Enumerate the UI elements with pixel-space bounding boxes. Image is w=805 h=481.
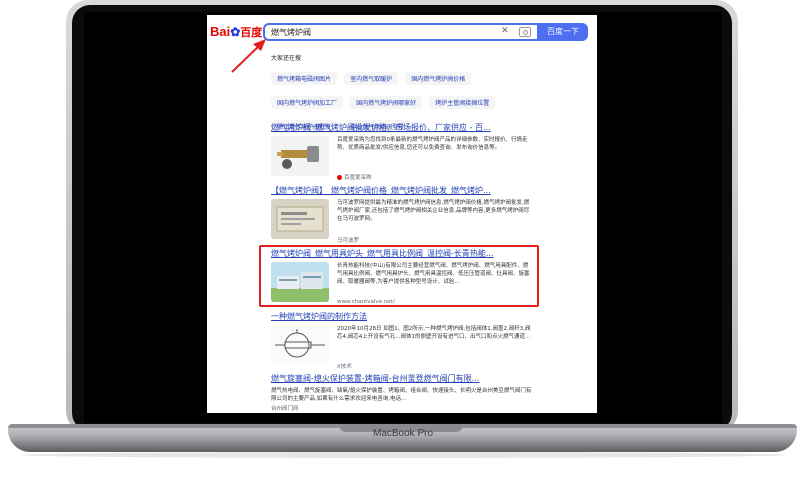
logo-chinese: 百度 (240, 27, 263, 39)
related-tag[interactable]: 燃气烤箱电磁阀图片 (271, 72, 338, 85)
baidu-logo[interactable]: Bai✿百度 (210, 24, 262, 40)
related-tag[interactable]: 国内燃气烤炉阀加工厂 (271, 96, 344, 109)
result-source[interactable]: 马可波罗 (337, 236, 359, 244)
device-label: MacBook Pro (372, 428, 434, 439)
related-tag[interactable]: 国内燃气烤炉阀价格 (405, 72, 472, 85)
related-tag[interactable]: 国内燃气烤炉阀哪家好 (350, 96, 423, 109)
camera-icon[interactable] (519, 27, 531, 37)
result-title[interactable]: 燃气旋塞阀-熄火保护装置-烤箱阀-台州釜登燃气阀门有限... (271, 373, 536, 384)
result-title[interactable]: 一种燃气烤炉阀的制作方法 (271, 311, 536, 322)
result-thumbnail[interactable] (271, 136, 329, 176)
source-icon (337, 175, 342, 180)
result-body: 2020年10月28日 如图1、图2所示,一种燃气烤炉阀,包括阀体1,阀盖2,阀… (271, 325, 536, 371)
related-tag[interactable]: 烤炉主管阀接摊位置 (429, 96, 496, 109)
clear-icon[interactable]: ✕ (501, 26, 509, 36)
search-result: 燃气旋塞阀-熄火保护装置-烤箱阀-台州釜登燃气阀门有限... 燃气热电阀、燃气旋… (271, 373, 536, 412)
search-result: 燃气烤炉阀_燃气烤炉阀批发价格、市场报价、厂家供应 - 百... 百度爱采购为您… (271, 122, 536, 182)
search-input[interactable] (271, 26, 491, 38)
result-body: 百度爱采购为您找到0条最新的燃气烤炉阀产品的详细参数、实时报价、行情走势、优质商… (271, 136, 536, 182)
search-button[interactable]: 百度一下 (538, 23, 588, 41)
highlight-box (259, 245, 539, 307)
result-thumbnail[interactable] (271, 199, 329, 239)
paw-icon: ✿ (230, 25, 241, 39)
result-title[interactable]: 【燃气烤炉阀】_燃气烤炉阀价格_燃气烤炉阀批发_燃气烤炉... (271, 185, 536, 196)
result-source[interactable]: 台州阀门网 (271, 404, 536, 412)
search-result: 一种燃气烤炉阀的制作方法 2020年10月28日 如图1、图2所示,一种燃气烤炉… (271, 311, 536, 371)
result-snippet: 马可波罗网提供最为精准的燃气烤炉阀信息,燃气烤炉阀价格,燃气烤炉阀批发,燃气烤炉… (337, 200, 530, 222)
search-result: 【燃气烤炉阀】_燃气烤炉阀价格_燃气烤炉阀批发_燃气烤炉... 马可波罗网提供最… (271, 185, 536, 245)
result-body: 马可波罗网提供最为精准的燃气烤炉阀信息,燃气烤炉阀价格,燃气烤炉阀批发,燃气烤炉… (271, 199, 536, 245)
result-snippet: 燃气热电阀、燃气旋塞阀、缺氧/熄火保护装置、烤箱阀、组合阀、快速接头、长明火是台… (271, 388, 532, 402)
source-label: 百度爱采购 (344, 175, 372, 181)
result-title[interactable]: 燃气烤炉阀_燃气烤炉阀批发价格、市场报价、厂家供应 - 百... (271, 122, 536, 133)
result-snippet: 2020年10月28日 如图1、图2所示,一种燃气烤炉阀,包括阀体1,阀盖2,阀… (337, 326, 531, 340)
result-thumbnail[interactable] (271, 325, 329, 365)
floor-shadow (20, 452, 785, 458)
related-tag[interactable]: 室内燃气取暖炉 (344, 72, 399, 85)
search-box[interactable]: ✕ (263, 23, 539, 41)
result-source[interactable]: 百度爱采购 (337, 173, 372, 181)
result-source[interactable]: X技术 (337, 362, 352, 370)
related-searches-title: 大家还在搜 (271, 55, 302, 62)
browser-page: Bai✿百度 ✕ 百度一下 大家还在搜 燃气烤箱电磁阀图片 室内燃气取暖炉 国内… (207, 15, 597, 413)
result-snippet: 百度爱采购为您找到0条最新的燃气烤炉阀产品的详细参数、实时报价、行情走势、优质商… (337, 137, 528, 151)
logo-text: Bai (210, 24, 231, 39)
result-body: 燃气热电阀、燃气旋塞阀、缺氧/熄火保护装置、烤箱阀、组合阀、快速接头、长明火是台… (271, 387, 536, 412)
